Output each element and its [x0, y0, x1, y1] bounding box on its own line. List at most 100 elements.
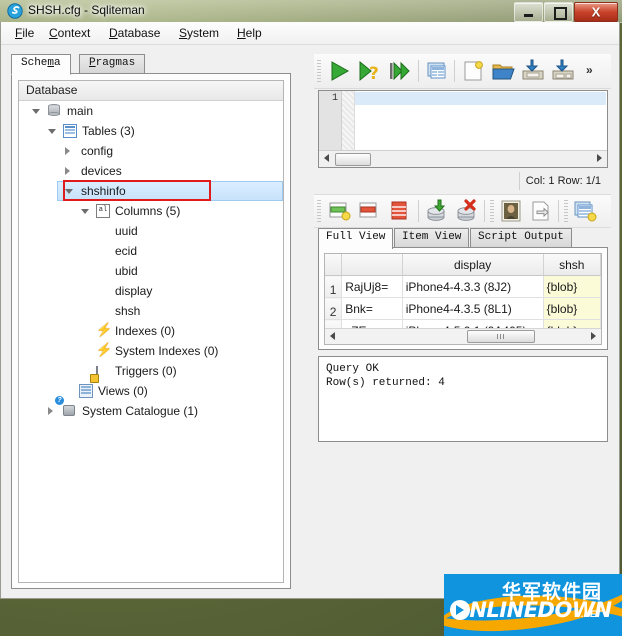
- menu-help[interactable]: Help: [233, 25, 266, 41]
- truncate-table-button[interactable]: [386, 198, 412, 224]
- cell-display[interactable]: iPhone4-4.3.3 (8J2): [402, 275, 544, 298]
- commit-button[interactable]: [424, 198, 450, 224]
- cell-clipped[interactable]: Bnk=: [341, 297, 403, 320]
- expand-arrow-icon[interactable]: [48, 129, 56, 134]
- database-tree[interactable]: Database main Tables (3) config devices …: [18, 80, 284, 583]
- export-data-button[interactable]: [528, 198, 554, 224]
- menu-system[interactable]: System: [175, 25, 223, 41]
- close-button[interactable]: X: [574, 2, 618, 22]
- cell-clipped[interactable]: RajUj8=: [341, 275, 403, 298]
- save-sql-as-button[interactable]: [550, 58, 576, 84]
- run-step-button[interactable]: [386, 58, 412, 84]
- tree-item-main[interactable]: main: [19, 101, 283, 121]
- create-view-button[interactable]: [424, 58, 450, 84]
- tree-item-config[interactable]: config: [19, 141, 283, 161]
- data-toolbar: [314, 194, 611, 228]
- tree-item-label: devices: [81, 164, 122, 178]
- tab-item-view[interactable]: Item View: [394, 228, 470, 247]
- toolbar-grip[interactable]: [564, 200, 568, 222]
- editor-horizontal-scrollbar[interactable]: [319, 150, 607, 167]
- blob-preview-button[interactable]: [498, 198, 524, 224]
- save-sql-file-button[interactable]: [520, 58, 546, 84]
- cell-display[interactable]: iPhone4-4.3.5 (8L1): [402, 297, 544, 320]
- expand-arrow-icon[interactable]: [65, 189, 73, 194]
- menu-bar: File Context Database System Help: [1, 22, 619, 45]
- tree-item-label: uuid: [115, 224, 138, 238]
- tree-item-columns[interactable]: al Columns (5): [19, 201, 283, 221]
- toolbar-grip[interactable]: [490, 200, 494, 222]
- tree-item-uuid[interactable]: uuid: [19, 221, 283, 241]
- tree-item-devices[interactable]: devices: [19, 161, 283, 181]
- tree-item-tables[interactable]: Tables (3): [19, 121, 283, 141]
- window-title: SHSH.cfg - Sqliteman: [28, 3, 145, 17]
- toolbar-overflow-button[interactable]: »: [586, 63, 593, 77]
- scroll-right-icon[interactable]: [591, 332, 596, 340]
- expand-arrow-icon[interactable]: [32, 109, 40, 114]
- maximize-button[interactable]: [544, 2, 573, 22]
- cell-shsh[interactable]: {blob}: [543, 275, 601, 298]
- expand-arrow-icon[interactable]: [81, 209, 89, 214]
- column-header-shsh[interactable]: shsh: [543, 254, 601, 276]
- tree-column-header: Database: [19, 81, 283, 101]
- menu-context[interactable]: Context: [45, 25, 94, 41]
- expand-arrow-icon[interactable]: [65, 147, 70, 155]
- insert-row-button[interactable]: [326, 198, 352, 224]
- tree-item-display[interactable]: display: [19, 281, 283, 301]
- tree-item-label: Views (0): [98, 384, 148, 398]
- open-sql-file-button[interactable]: [490, 58, 516, 84]
- scrollbar-thumb[interactable]: [467, 330, 535, 343]
- column-header-display[interactable]: display: [402, 254, 544, 276]
- column-header-clipped[interactable]: [341, 254, 403, 276]
- row-number[interactable]: 1: [325, 275, 343, 298]
- tab-schema[interactable]: Schema: [11, 54, 71, 75]
- expand-arrow-icon[interactable]: [65, 167, 70, 175]
- query-output-log: Query OK Row(s) returned: 4: [318, 356, 608, 442]
- lightning-icon: ⚡: [96, 322, 113, 337]
- toolbar-grip[interactable]: [317, 60, 321, 82]
- result-tab-body: display shsh 1 RajUj8= iPhone4-4.3.3 (8J…: [318, 247, 608, 350]
- toolbar-separator: [454, 60, 455, 82]
- new-sql-file-button[interactable]: [460, 58, 486, 84]
- create-view-from-result-button[interactable]: [572, 198, 598, 224]
- columns-icon: al: [96, 204, 110, 218]
- toolbar-separator: [418, 200, 419, 222]
- scrollbar-thumb[interactable]: [335, 153, 371, 166]
- tree-item-system-catalogue[interactable]: ? System Catalogue (1): [19, 396, 283, 421]
- tree-item-label: main: [67, 104, 94, 118]
- tree-item-indexes[interactable]: ⚡ Indexes (0): [19, 321, 283, 341]
- tree-item-triggers[interactable]: Triggers (0): [19, 361, 283, 382]
- tree-item-shshinfo[interactable]: shshinfo: [19, 180, 283, 201]
- tab-full-view[interactable]: Full View: [318, 228, 394, 249]
- result-grid[interactable]: display shsh 1 RajUj8= iPhone4-4.3.3 (8J…: [324, 253, 602, 345]
- menu-file[interactable]: File: [11, 25, 38, 41]
- schema-tab-body: Database main Tables (3) config devices …: [11, 73, 291, 589]
- minimize-icon: [524, 14, 533, 17]
- tab-script-output[interactable]: Script Output: [470, 228, 572, 247]
- expand-arrow-icon[interactable]: [48, 407, 53, 415]
- tree-item-ubid[interactable]: ubid: [19, 261, 283, 281]
- scroll-left-icon[interactable]: [324, 154, 329, 162]
- run-explain-button[interactable]: ?: [356, 58, 382, 84]
- grid-horizontal-scrollbar[interactable]: [325, 328, 601, 344]
- sql-pane: ? » 1 Col: 1 Row: 1/1 Full View Item Vie…: [314, 54, 611, 589]
- minimize-button[interactable]: [514, 2, 543, 22]
- sql-editor[interactable]: 1: [318, 90, 608, 168]
- menu-database[interactable]: Database: [105, 25, 164, 41]
- editor-status: Col: 1 Row: 1/1: [518, 172, 607, 190]
- tab-pragmas[interactable]: Pragmas: [79, 54, 146, 73]
- schema-pane: Schema Pragmas Database main Tables (3) …: [11, 54, 291, 589]
- scroll-left-icon[interactable]: [330, 332, 335, 340]
- scroll-right-icon[interactable]: [597, 154, 602, 162]
- tree-item-system-indexes[interactable]: ⚡ System Indexes (0): [19, 341, 283, 361]
- run-sql-button[interactable]: [326, 58, 352, 84]
- table-row[interactable]: 1 RajUj8= iPhone4-4.3.3 (8J2) {blob}: [325, 275, 601, 298]
- table-row[interactable]: 2 Bnk= iPhone4-4.3.5 (8L1) {blob}: [325, 297, 601, 320]
- toolbar-grip[interactable]: [317, 200, 321, 222]
- svg-text:?: ?: [369, 64, 379, 84]
- tree-item-ecid[interactable]: ecid: [19, 241, 283, 261]
- rollback-button[interactable]: [454, 198, 480, 224]
- cell-shsh[interactable]: {blob}: [543, 297, 601, 320]
- tree-item-shsh[interactable]: shsh: [19, 301, 283, 321]
- delete-row-button[interactable]: [356, 198, 382, 224]
- row-number[interactable]: 2: [325, 297, 343, 320]
